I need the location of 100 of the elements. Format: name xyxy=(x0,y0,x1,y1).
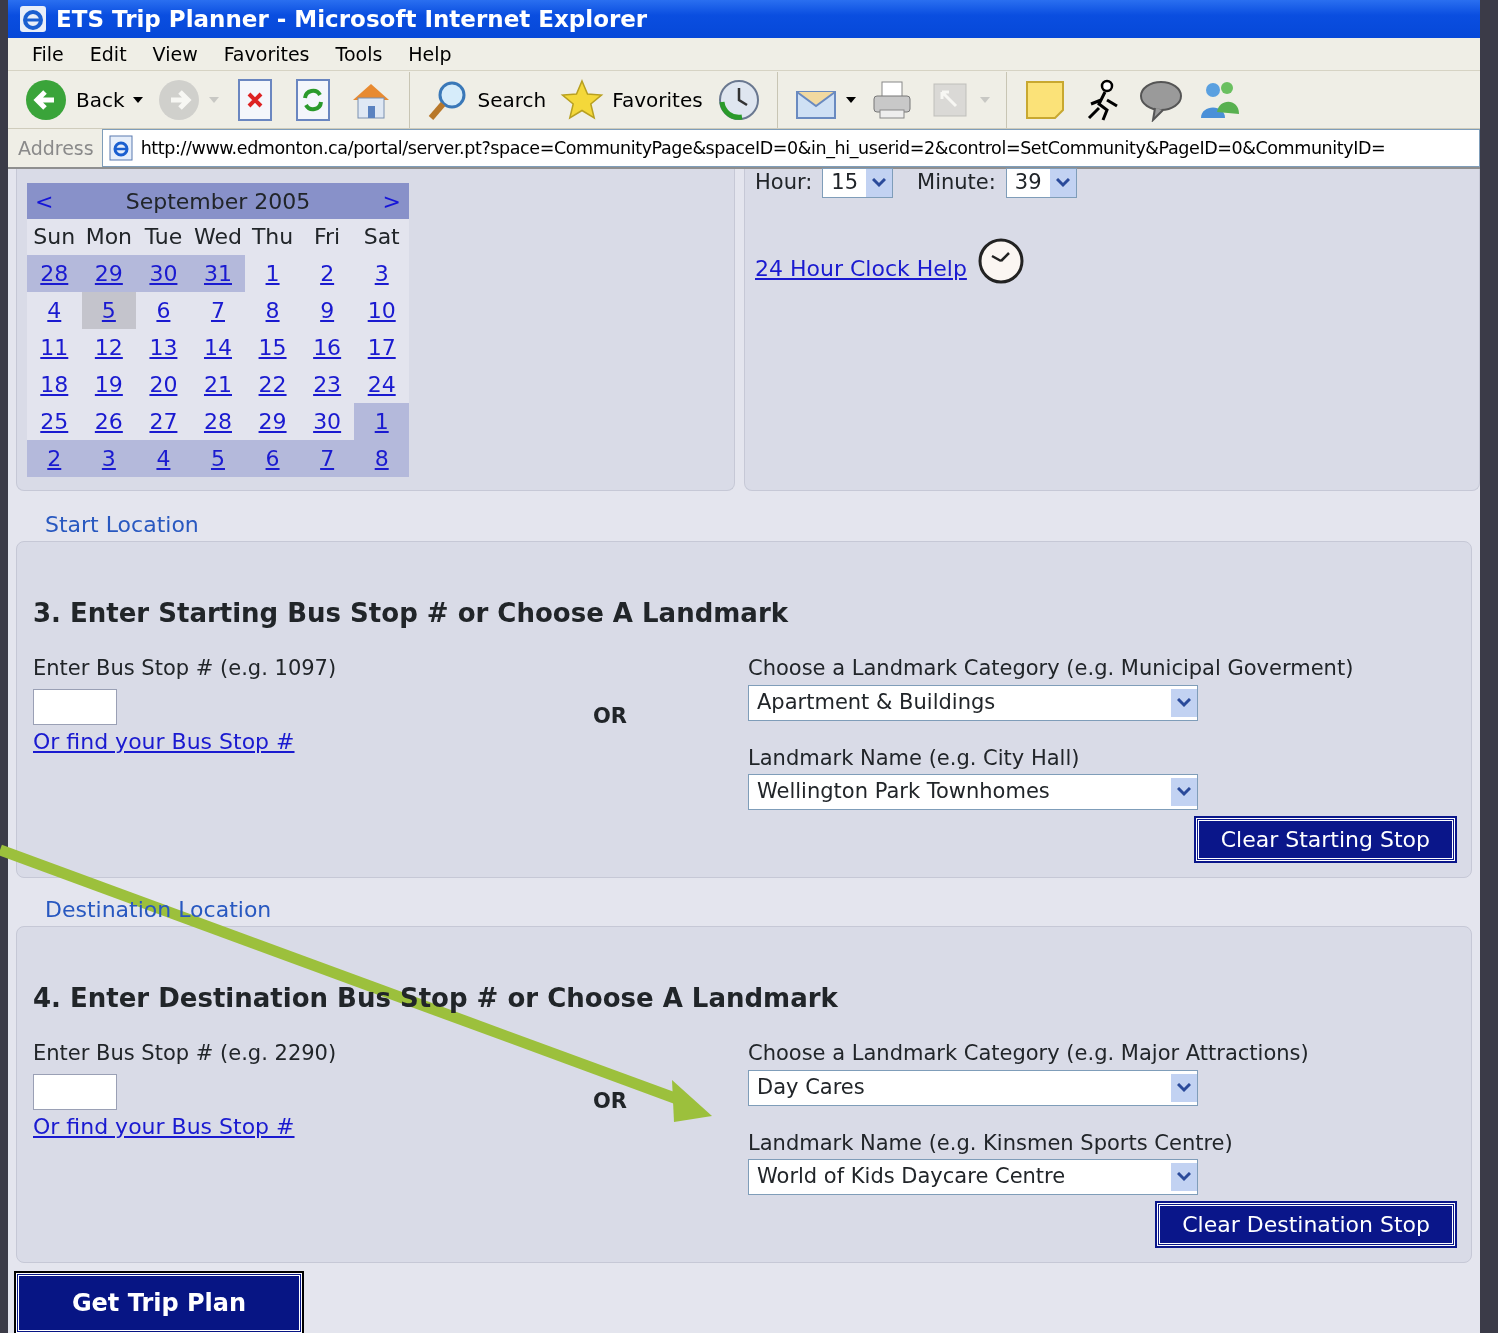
dropdown[interactable]: 15 xyxy=(822,167,894,198)
day-link[interactable]: 18 xyxy=(40,368,69,401)
day-link[interactable]: 28 xyxy=(40,257,69,290)
star-icon xyxy=(560,77,605,122)
dropdown-arrow-button[interactable] xyxy=(1049,168,1076,197)
day-link[interactable]: 24 xyxy=(367,368,396,401)
field-label: Enter Bus Stop # (e.g. 1097) xyxy=(33,655,338,682)
day-link[interactable]: 8 xyxy=(374,442,389,475)
day-link[interactable]: 16 xyxy=(313,331,342,364)
dropdown-arrow-button[interactable] xyxy=(1171,778,1197,806)
weekday-label: Fri xyxy=(313,223,342,251)
day-link[interactable]: 3 xyxy=(374,257,389,290)
menu-item[interactable]: Tools xyxy=(325,37,393,71)
stop-input-field[interactable] xyxy=(33,688,117,725)
day-link[interactable]: 8 xyxy=(265,294,280,327)
stop-input-field[interactable] xyxy=(33,1073,117,1110)
menu-item[interactable]: Favorites xyxy=(213,37,320,71)
day-link[interactable]: 27 xyxy=(149,405,178,438)
menu-item[interactable]: Help xyxy=(398,37,462,71)
day-link[interactable]: 15 xyxy=(258,331,287,364)
day-link[interactable]: 4 xyxy=(47,294,62,327)
day-link[interactable]: 7 xyxy=(211,294,225,327)
day-link[interactable]: 6 xyxy=(156,294,171,327)
day-link[interactable]: 1 xyxy=(265,257,280,290)
day-link[interactable]: 21 xyxy=(204,368,232,401)
day-link[interactable]: 9 xyxy=(320,294,335,327)
find-stop-link[interactable]: Or find your Bus Stop # xyxy=(33,1113,295,1139)
day-link[interactable]: 20 xyxy=(149,368,178,401)
day-link[interactable]: 13 xyxy=(149,331,178,364)
day-link[interactable]: 11 xyxy=(40,331,69,364)
calendar-month: September 2005 xyxy=(125,187,311,216)
day-link[interactable]: 3 xyxy=(101,442,116,475)
day-link[interactable]: 1 xyxy=(374,405,389,438)
menu-item[interactable]: View xyxy=(142,37,208,71)
day-link[interactable]: 7 xyxy=(320,442,335,475)
dropdown-arrow-button[interactable] xyxy=(866,168,893,197)
section-legend: Start Location xyxy=(41,508,203,541)
day-link[interactable]: 22 xyxy=(258,368,287,401)
minute-label: Minute: xyxy=(917,169,996,196)
clock-icon xyxy=(976,236,1025,285)
favorites-button[interactable]: Favorites xyxy=(558,75,705,124)
day-link[interactable]: 31 xyxy=(204,257,232,290)
menu-item[interactable]: File xyxy=(22,37,74,71)
day-link[interactable]: 4 xyxy=(156,442,171,475)
day-link[interactable]: 10 xyxy=(367,294,396,327)
day-link[interactable]: 30 xyxy=(149,257,178,290)
hour-label: Hour: xyxy=(755,169,813,196)
day-link[interactable]: 5 xyxy=(101,294,116,327)
menu-item[interactable]: Edit xyxy=(79,37,137,71)
day-link[interactable]: 17 xyxy=(367,331,396,364)
dropdown[interactable]: Apartment & Buildings xyxy=(748,684,1198,721)
clear-button[interactable]: Clear Destination Stop xyxy=(1157,1203,1455,1246)
field-label: Choose a Landmark Category (e.g. Major Attractions) xyxy=(748,1040,1310,1067)
dropdown[interactable]: Wellington Park Townhomes xyxy=(748,774,1198,810)
chevron-icon xyxy=(1177,787,1191,797)
dropdown[interactable]: 39 xyxy=(1005,167,1077,198)
day-link[interactable]: 2 xyxy=(320,257,335,290)
field-label: Landmark Name (e.g. City Hall) xyxy=(748,744,1081,772)
address-label: Address xyxy=(18,135,94,161)
day-link[interactable]: 19 xyxy=(94,368,123,401)
day-link[interactable]: 28 xyxy=(204,405,232,438)
chevron-icon xyxy=(1177,1082,1191,1093)
day-link[interactable]: 25 xyxy=(40,405,69,438)
dropdown-arrow-button[interactable] xyxy=(1171,1163,1197,1191)
chevron-icon xyxy=(1177,697,1191,708)
back-button[interactable]: Back xyxy=(22,75,145,124)
section-heading: 3. Enter Starting Bus Stop # or Choose A Landmark xyxy=(33,597,789,630)
day-link[interactable]: 23 xyxy=(313,368,342,401)
day-link[interactable]: 14 xyxy=(204,331,232,364)
day-link[interactable]: 12 xyxy=(94,331,123,364)
chevron-icon xyxy=(872,177,887,188)
chevron-icon xyxy=(1055,177,1070,188)
day-link[interactable]: 26 xyxy=(94,405,123,438)
find-stop-link[interactable]: Or find your Bus Stop # xyxy=(33,728,295,754)
help-link[interactable]: 24 Hour Clock Help xyxy=(755,251,967,285)
day-link[interactable]: 29 xyxy=(94,257,123,290)
weekday-label: Sun xyxy=(32,223,77,251)
dropdown[interactable]: Day Cares xyxy=(748,1069,1198,1106)
search-button[interactable]: Search xyxy=(423,75,549,124)
weekday-label: Tue xyxy=(143,223,184,251)
dropdown-arrow-button[interactable] xyxy=(1171,688,1197,717)
field-label: Landmark Name (e.g. Kinsmen Sports Centre) xyxy=(748,1129,1234,1157)
dropdown[interactable]: World of Kids Daycare Centre xyxy=(748,1159,1198,1195)
weekday-label: Thu xyxy=(250,223,295,251)
day-link[interactable]: 2 xyxy=(47,442,62,475)
field-label: Enter Bus Stop # (e.g. 2290) xyxy=(33,1040,338,1067)
day-link[interactable]: 30 xyxy=(313,405,342,438)
weekday-label: Mon xyxy=(84,223,134,251)
day-link[interactable]: 5 xyxy=(211,442,225,475)
weekday-label: Sat xyxy=(362,223,401,251)
dropdown-arrow-button[interactable] xyxy=(1171,1073,1197,1102)
address-field[interactable]: http://www.edmonton.ca/portal/server.pt?space=CommunityPage&spaceID=0&in_hi_userid=2&control=SetCommunity&PageID=0&CommunityID= xyxy=(101,129,1480,167)
weekday-label: Wed xyxy=(193,223,243,251)
window-title: ETS Trip Planner - Microsoft Internet Explorer xyxy=(56,4,648,34)
day-link[interactable]: 29 xyxy=(258,405,287,438)
submit-button[interactable]: Get Trip Plan xyxy=(16,1273,302,1333)
clear-button[interactable]: Clear Starting Stop xyxy=(1195,818,1455,861)
or-label: OR xyxy=(593,704,628,728)
chevron-icon xyxy=(1177,1172,1191,1182)
day-link[interactable]: 6 xyxy=(265,442,280,475)
